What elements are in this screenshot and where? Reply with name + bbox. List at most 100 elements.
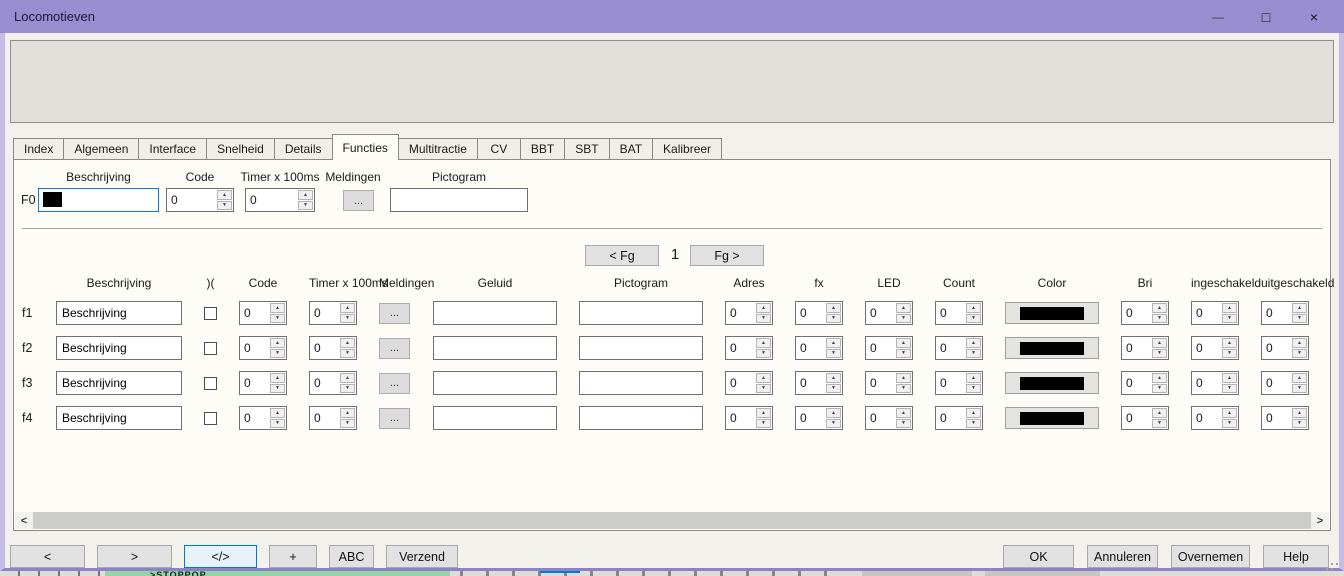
adres-spinner[interactable]: 0 ▲▼ bbox=[725, 406, 773, 430]
meldingen-button[interactable]: ... bbox=[379, 408, 410, 429]
scroll-right-icon[interactable]: > bbox=[1311, 512, 1329, 529]
spinner-down-icon[interactable]: ▼ bbox=[1222, 419, 1237, 429]
spinner-up-icon[interactable]: ▲ bbox=[966, 373, 981, 383]
spinner-down-icon[interactable]: ▼ bbox=[826, 314, 841, 324]
direction-checkbox[interactable] bbox=[204, 412, 217, 425]
spinner-up-icon[interactable]: ▲ bbox=[966, 408, 981, 418]
count-spinner[interactable]: 0 ▲▼ bbox=[935, 301, 983, 325]
spinner-up-icon[interactable]: ▲ bbox=[298, 190, 313, 200]
spinner-up-icon[interactable]: ▲ bbox=[1222, 303, 1237, 313]
color-swatch-button[interactable] bbox=[1005, 302, 1099, 324]
fg-previous-button[interactable]: < Fg bbox=[585, 245, 659, 266]
spinner-up-icon[interactable]: ▲ bbox=[1292, 338, 1307, 348]
spinner-up-icon[interactable]: ▲ bbox=[270, 338, 285, 348]
uitgeschakeld-spinner[interactable]: 0 ▲▼ bbox=[1261, 371, 1309, 395]
pictogram-input[interactable] bbox=[579, 336, 703, 360]
spinner-down-icon[interactable]: ▼ bbox=[340, 384, 355, 394]
timer-spinner[interactable]: 0 ▲▼ bbox=[309, 406, 357, 430]
count-spinner[interactable]: 0 ▲▼ bbox=[935, 336, 983, 360]
color-swatch-button[interactable] bbox=[1005, 372, 1099, 394]
spinner-down-icon[interactable]: ▼ bbox=[1152, 349, 1167, 359]
direction-checkbox[interactable] bbox=[204, 377, 217, 390]
spinner-up-icon[interactable]: ▲ bbox=[896, 408, 911, 418]
resize-grip-icon[interactable] bbox=[1331, 563, 1333, 565]
spinner-up-icon[interactable]: ▲ bbox=[896, 373, 911, 383]
fg-next-button[interactable]: Fg > bbox=[690, 245, 764, 266]
uitgeschakeld-spinner[interactable]: 0 ▲▼ bbox=[1261, 336, 1309, 360]
bri-spinner[interactable]: 0 ▲▼ bbox=[1121, 371, 1169, 395]
tab-algemeen[interactable]: Algemeen bbox=[63, 138, 139, 160]
spinner-up-icon[interactable]: ▲ bbox=[217, 190, 232, 200]
verzend-button[interactable]: Verzend bbox=[386, 545, 458, 568]
code-view-button[interactable]: </> bbox=[184, 545, 257, 568]
spinner-up-icon[interactable]: ▲ bbox=[270, 303, 285, 313]
spinner-up-icon[interactable]: ▲ bbox=[1152, 408, 1167, 418]
geluid-input[interactable] bbox=[433, 406, 557, 430]
timer-spinner[interactable]: 0 ▲▼ bbox=[309, 301, 357, 325]
spinner-up-icon[interactable]: ▲ bbox=[1222, 373, 1237, 383]
fx-spinner[interactable]: 0 ▲▼ bbox=[795, 406, 843, 430]
spinner-up-icon[interactable]: ▲ bbox=[1152, 338, 1167, 348]
spinner-down-icon[interactable]: ▼ bbox=[756, 419, 771, 429]
ingeschakeld-spinner[interactable]: 0 ▲▼ bbox=[1191, 301, 1239, 325]
spinner-up-icon[interactable]: ▲ bbox=[896, 338, 911, 348]
spinner-down-icon[interactable]: ▼ bbox=[270, 384, 285, 394]
spinner-up-icon[interactable]: ▲ bbox=[826, 338, 841, 348]
tab-bat[interactable]: BAT bbox=[609, 138, 653, 160]
spinner-down-icon[interactable]: ▼ bbox=[298, 201, 313, 211]
spinner-down-icon[interactable]: ▼ bbox=[1222, 349, 1237, 359]
spinner-down-icon[interactable]: ▼ bbox=[1292, 314, 1307, 324]
ok-button[interactable]: OK bbox=[1003, 545, 1074, 568]
close-button[interactable]: × bbox=[1290, 0, 1338, 33]
spinner-down-icon[interactable]: ▼ bbox=[1152, 419, 1167, 429]
spinner-down-icon[interactable]: ▼ bbox=[340, 349, 355, 359]
pictogram-input[interactable] bbox=[579, 301, 703, 325]
uitgeschakeld-spinner[interactable]: 0 ▲▼ bbox=[1261, 301, 1309, 325]
spinner-up-icon[interactable]: ▲ bbox=[756, 338, 771, 348]
meldingen-button[interactable]: ... bbox=[379, 338, 410, 359]
spinner-down-icon[interactable]: ▼ bbox=[756, 384, 771, 394]
spinner-down-icon[interactable]: ▼ bbox=[270, 349, 285, 359]
pictogram-input[interactable] bbox=[579, 371, 703, 395]
spinner-down-icon[interactable]: ▼ bbox=[756, 314, 771, 324]
bri-spinner[interactable]: 0 ▲▼ bbox=[1121, 336, 1169, 360]
spinner-down-icon[interactable]: ▼ bbox=[966, 384, 981, 394]
timer-spinner[interactable]: 0 ▲▼ bbox=[309, 336, 357, 360]
adres-spinner[interactable]: 0 ▲▼ bbox=[725, 371, 773, 395]
function-description-input[interactable] bbox=[56, 336, 182, 360]
geluid-input[interactable] bbox=[433, 301, 557, 325]
tab-details[interactable]: Details bbox=[274, 138, 333, 160]
nav-right-button[interactable]: > bbox=[97, 545, 172, 568]
spinner-up-icon[interactable]: ▲ bbox=[340, 338, 355, 348]
ingeschakeld-spinner[interactable]: 0 ▲▼ bbox=[1191, 406, 1239, 430]
count-spinner[interactable]: 0 ▲▼ bbox=[935, 406, 983, 430]
color-swatch-button[interactable] bbox=[1005, 407, 1099, 429]
spinner-up-icon[interactable]: ▲ bbox=[1222, 408, 1237, 418]
spinner-down-icon[interactable]: ▼ bbox=[270, 419, 285, 429]
spinner-up-icon[interactable]: ▲ bbox=[896, 303, 911, 313]
horizontal-scrollbar[interactable]: < > bbox=[15, 512, 1329, 529]
code-spinner[interactable]: 0 ▲▼ bbox=[239, 336, 287, 360]
f0-timer-spinner[interactable]: 0 ▲ ▼ bbox=[245, 188, 315, 212]
spinner-down-icon[interactable]: ▼ bbox=[756, 349, 771, 359]
spinner-up-icon[interactable]: ▲ bbox=[756, 303, 771, 313]
spinner-down-icon[interactable]: ▼ bbox=[826, 384, 841, 394]
spinner-down-icon[interactable]: ▼ bbox=[1152, 314, 1167, 324]
bri-spinner[interactable]: 0 ▲▼ bbox=[1121, 301, 1169, 325]
f0-description-input[interactable] bbox=[38, 188, 159, 212]
help-button[interactable]: Help bbox=[1263, 545, 1329, 568]
minimize-button[interactable]: — bbox=[1194, 0, 1242, 33]
tab-kalibreer[interactable]: Kalibreer bbox=[652, 138, 722, 160]
led-spinner[interactable]: 0 ▲▼ bbox=[865, 336, 913, 360]
meldingen-button[interactable]: ... bbox=[379, 373, 410, 394]
spinner-down-icon[interactable]: ▼ bbox=[966, 349, 981, 359]
fx-spinner[interactable]: 0 ▲▼ bbox=[795, 336, 843, 360]
spinner-down-icon[interactable]: ▼ bbox=[896, 349, 911, 359]
spinner-up-icon[interactable]: ▲ bbox=[270, 408, 285, 418]
spinner-down-icon[interactable]: ▼ bbox=[217, 201, 232, 211]
tab-functies[interactable]: Functies bbox=[332, 134, 399, 160]
spinner-down-icon[interactable]: ▼ bbox=[1292, 349, 1307, 359]
uitgeschakeld-spinner[interactable]: 0 ▲▼ bbox=[1261, 406, 1309, 430]
spinner-down-icon[interactable]: ▼ bbox=[1222, 314, 1237, 324]
direction-checkbox[interactable] bbox=[204, 307, 217, 320]
